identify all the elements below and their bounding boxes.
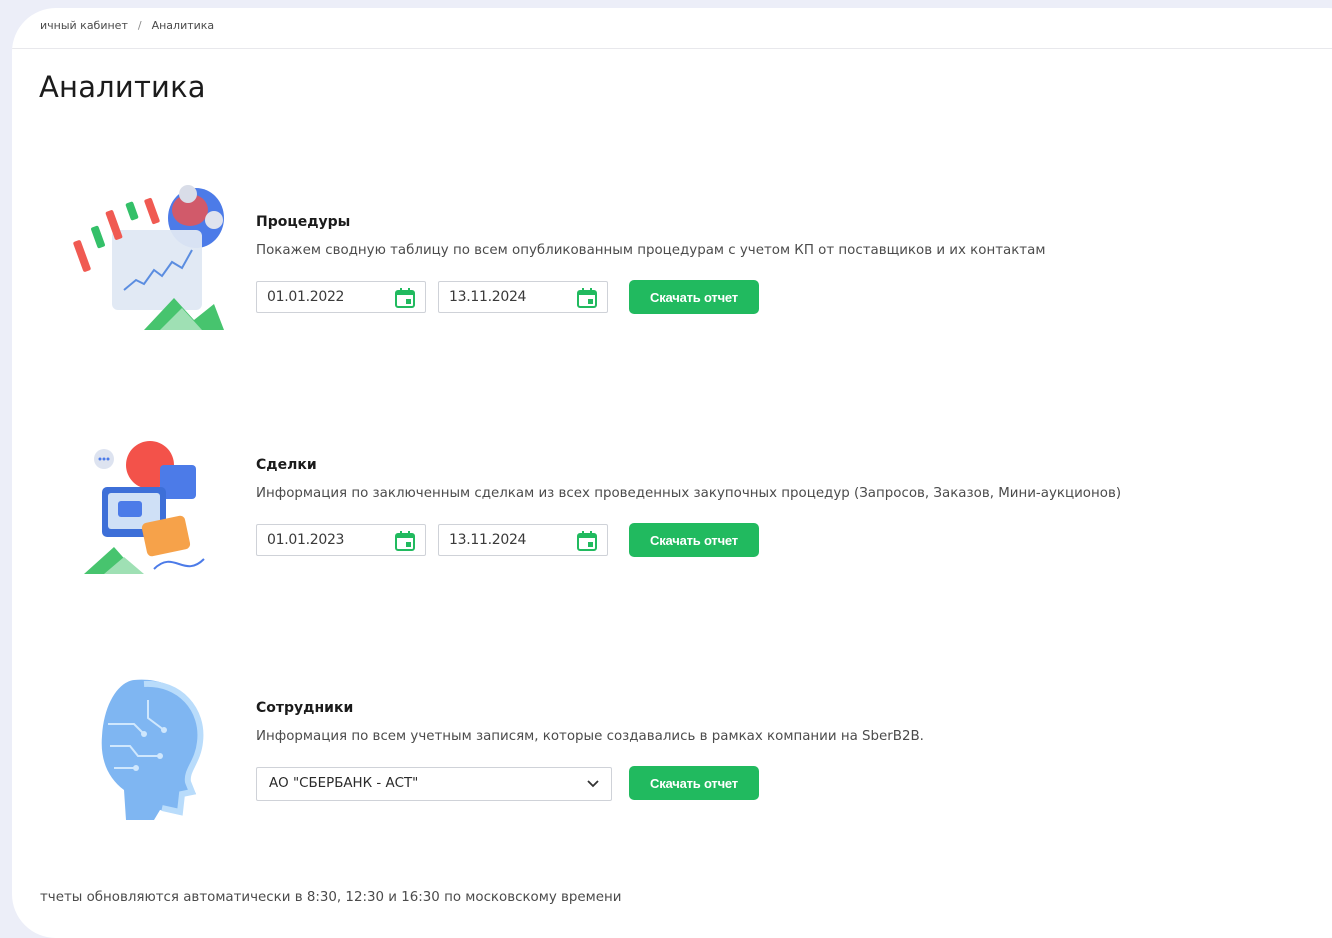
section-employees: Сотрудники Информация по всем учетным за… xyxy=(12,664,1332,824)
chevron-down-icon[interactable] xyxy=(587,780,599,788)
download-report-button[interactable]: Скачать отчет xyxy=(629,280,759,314)
date-to-value: 13.11.2024 xyxy=(449,289,527,305)
calendar-icon[interactable] xyxy=(577,531,597,551)
date-to-value: 13.11.2024 xyxy=(449,532,527,548)
breadcrumb-divider xyxy=(12,48,1332,49)
procedures-illustration xyxy=(73,185,224,330)
date-from-field[interactable]: 01.01.2023 xyxy=(256,524,426,556)
section-title: Сделки xyxy=(256,457,317,473)
breadcrumb: ичный кабинет / Аналитика xyxy=(40,19,214,32)
breadcrumb-item-cabinet[interactable]: ичный кабинет xyxy=(40,19,128,32)
section-deals: Сделки Информация по заключенным сделкам… xyxy=(12,421,1332,581)
date-from-value: 01.01.2023 xyxy=(267,532,345,548)
deals-illustration xyxy=(84,441,205,574)
calendar-icon[interactable] xyxy=(577,288,597,308)
section-description: Информация по заключенным сделкам из все… xyxy=(256,486,1122,501)
company-select-value: АО "СБЕРБАНК - АСТ" xyxy=(269,776,419,791)
date-from-field[interactable]: 01.01.2022 xyxy=(256,281,426,313)
employees-illustration xyxy=(101,679,204,820)
page-title: Аналитика xyxy=(39,70,206,104)
section-description: Информация по всем учетным записям, кото… xyxy=(256,729,924,744)
section-title: Процедуры xyxy=(256,214,351,230)
breadcrumb-item-analytics: Аналитика xyxy=(151,19,215,32)
company-select[interactable]: АО "СБЕРБАНК - АСТ" xyxy=(256,767,612,801)
calendar-icon[interactable] xyxy=(395,288,415,308)
section-description: Покажем сводную таблицу по всем опублико… xyxy=(256,243,1046,258)
section-title: Сотрудники xyxy=(256,700,354,716)
breadcrumb-separator: / xyxy=(137,19,142,32)
date-to-field[interactable]: 13.11.2024 xyxy=(438,281,608,313)
analytics-page: ичный кабинет / Аналитика Аналитика Процед… xyxy=(12,8,1332,938)
date-to-field[interactable]: 13.11.2024 xyxy=(438,524,608,556)
download-report-button[interactable]: Скачать отчет xyxy=(629,523,759,557)
date-from-value: 01.01.2022 xyxy=(267,289,345,305)
section-procedures: Процедуры Покажем сводную таблицу по все… xyxy=(12,178,1332,338)
download-report-button[interactable]: Скачать отчет xyxy=(629,766,759,800)
calendar-icon[interactable] xyxy=(395,531,415,551)
footer-note: тчеты обновляются автоматически в 8:30, … xyxy=(40,890,622,905)
